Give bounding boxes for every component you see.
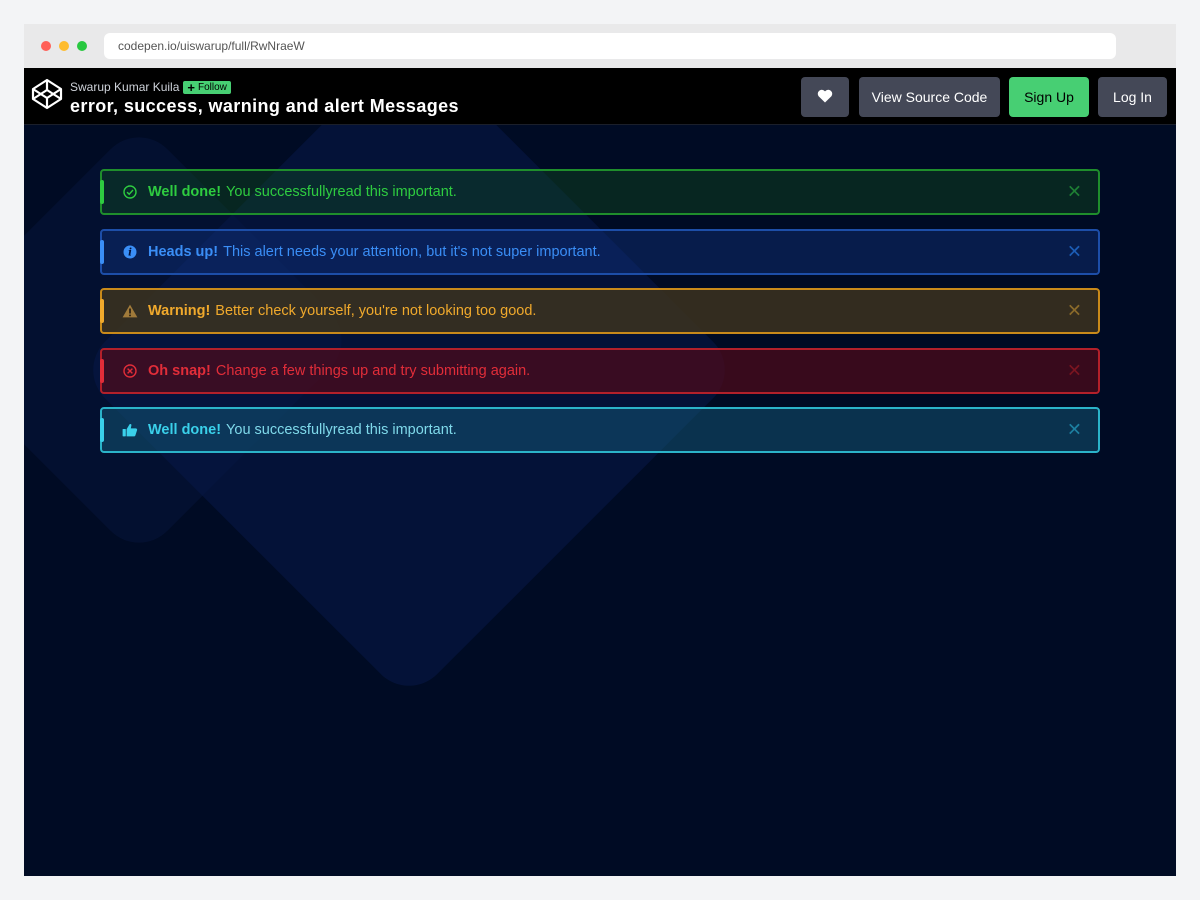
follow-button[interactable]: + Follow — [183, 79, 231, 95]
browser-window: codepen.io/uiswarup/full/RwNraeW Swarup … — [24, 24, 1176, 876]
follow-label: Follow — [197, 81, 227, 93]
alert-accent-bar — [100, 299, 104, 323]
pen-preview: Well done! You successfullyread this imp… — [24, 125, 1176, 876]
close-icon[interactable]: ✕ — [1067, 241, 1082, 262]
alert-title: Oh snap! — [148, 362, 211, 379]
alert-info: i Heads up! This alert needs your attent… — [100, 228, 1100, 275]
alert-title: Well done! — [148, 422, 222, 438]
svg-text:i: i — [128, 247, 132, 258]
alerts-list: Well done! You successfullyread this imp… — [100, 169, 1100, 467]
author-line: Swarup Kumar Kuila + Follow — [70, 80, 231, 94]
pen-title: error, success, warning and alert Messag… — [70, 96, 459, 116]
close-icon[interactable]: ✕ — [1067, 182, 1082, 203]
alert-warning: Warning! Better check yourself, you're n… — [100, 288, 1100, 334]
alert-message: Better check yourself, you're not lookin… — [215, 303, 537, 319]
info-circle-icon: i — [122, 244, 138, 260]
browser-chrome: codepen.io/uiswarup/full/RwNraeW — [24, 24, 1176, 68]
check-circle-icon — [122, 184, 138, 200]
alert-title: Warning! — [148, 303, 211, 319]
view-source-button[interactable]: View Source Code — [859, 77, 1000, 117]
alert-note: Well done! You successfullyread this imp… — [100, 407, 1100, 453]
alert-accent-bar — [100, 418, 104, 442]
alert-title: Heads up! — [148, 243, 219, 260]
log-in-button[interactable]: Log In — [1098, 77, 1167, 117]
heart-button[interactable] — [801, 77, 849, 117]
codepen-logo-icon[interactable] — [30, 77, 64, 111]
plus-icon: + — [187, 79, 195, 95]
times-circle-icon — [122, 363, 138, 379]
alert-accent-bar — [100, 358, 104, 383]
alert-danger: Oh snap! Change a few things up and try … — [100, 347, 1100, 394]
minimize-window-dot[interactable] — [59, 41, 69, 51]
sign-up-button[interactable]: Sign Up — [1009, 77, 1089, 117]
close-icon[interactable]: ✕ — [1067, 360, 1082, 381]
author-name[interactable]: Swarup Kumar Kuila — [70, 80, 179, 94]
address-bar[interactable]: codepen.io/uiswarup/full/RwNraeW — [104, 33, 1116, 59]
alert-message: You successfullyread this important. — [226, 184, 457, 200]
alert-message: This alert needs your attention, but it'… — [223, 243, 601, 260]
codepen-header: Swarup Kumar Kuila + Follow error, succe… — [24, 68, 1176, 125]
alert-accent-bar — [100, 239, 104, 264]
alert-success: Well done! You successfullyread this imp… — [100, 169, 1100, 215]
alert-title: Well done! — [148, 184, 222, 200]
alert-message: You successfullyread this important. — [226, 422, 457, 438]
close-window-dot[interactable] — [41, 41, 51, 51]
warning-triangle-icon — [122, 303, 138, 319]
heart-icon — [817, 89, 833, 106]
close-icon[interactable]: ✕ — [1067, 420, 1082, 441]
alert-message: Change a few things up and try submittin… — [215, 362, 531, 379]
thumbs-up-icon — [122, 422, 138, 438]
maximize-window-dot[interactable] — [77, 41, 87, 51]
close-icon[interactable]: ✕ — [1067, 301, 1082, 322]
alert-accent-bar — [100, 180, 104, 204]
